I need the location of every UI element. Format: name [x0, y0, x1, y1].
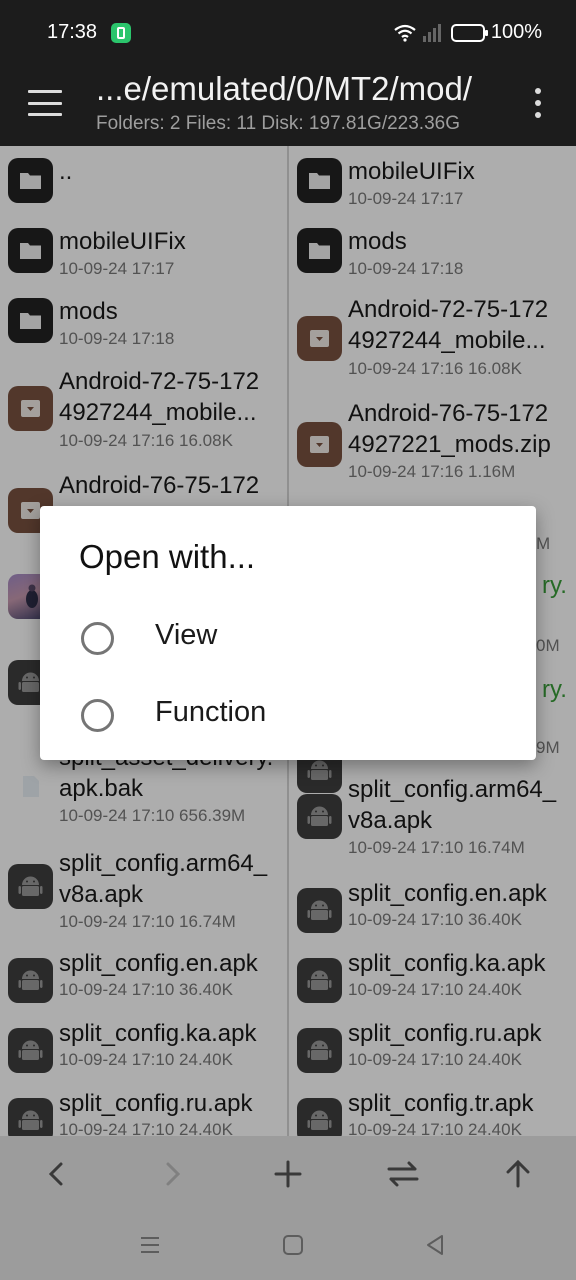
- radio-button[interactable]: [81, 622, 114, 655]
- dialog-title: Open with...: [79, 538, 256, 575]
- status-indicators: 100%: [393, 21, 542, 44]
- option-label: View: [155, 619, 218, 651]
- option-label: Function: [155, 696, 267, 728]
- status-time: 17:38: [47, 21, 98, 43]
- battery-icon: [450, 23, 488, 42]
- open-with-dialog: Open with... View Function: [40, 506, 536, 760]
- wifi-icon: [393, 24, 417, 42]
- battery-saver-icon: [111, 23, 131, 43]
- status-bar: 17:38 100%: [0, 0, 576, 64]
- hamburger-menu-icon[interactable]: [28, 90, 62, 116]
- radio-button[interactable]: [81, 699, 114, 732]
- path-info: Folders: 2 Files: 11 Disk: 197.81G/223.3…: [96, 113, 460, 134]
- current-path: ...e/emulated/0/MT2/mod/: [96, 70, 473, 107]
- app-toolbar: ...e/emulated/0/MT2/mod/ Folders: 2 File…: [0, 64, 576, 146]
- signal-icon: [422, 23, 445, 42]
- option-function[interactable]: Function: [40, 680, 536, 750]
- option-view[interactable]: View: [40, 603, 536, 673]
- battery-percent: 100%: [490, 21, 542, 43]
- more-vert-icon[interactable]: [532, 88, 544, 118]
